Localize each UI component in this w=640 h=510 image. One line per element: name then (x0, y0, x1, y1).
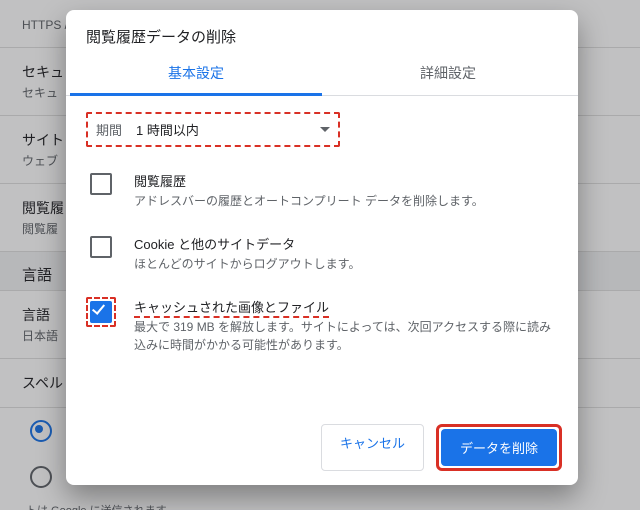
checkbox-cache[interactable] (90, 301, 112, 323)
time-range-label: 期間 (96, 120, 122, 139)
time-range-row: 期間 1 時間以内 (86, 112, 340, 147)
option-cookies-title: Cookie と他のサイトデータ (134, 234, 360, 253)
option-history-desc: アドレスバーの履歴とオートコンプリート データを削除します。 (134, 192, 484, 210)
option-cache: キャッシュされた画像とファイル 最大で 319 MB を解放します。サイトによっ… (86, 297, 558, 354)
tab-advanced[interactable]: 詳細設定 (322, 51, 574, 95)
time-range-select[interactable]: 1 時間以内 (136, 120, 330, 139)
dialog-actions: キャンセル データを削除 (66, 410, 578, 485)
option-history-title: 閲覧履歴 (134, 171, 484, 190)
option-cache-desc: 最大で 319 MB を解放します。サイトによっては、次回アクセスする際に読み込… (134, 318, 558, 354)
option-cookies-desc: ほとんどのサイトからログアウトします。 (134, 255, 360, 273)
cancel-button[interactable]: キャンセル (321, 424, 424, 471)
clear-data-button[interactable]: データを削除 (441, 429, 557, 466)
option-browsing-history: 閲覧履歴 アドレスバーの履歴とオートコンプリート データを削除します。 (86, 171, 558, 210)
time-range-value: 1 時間以内 (136, 120, 199, 139)
option-cache-title: キャッシュされた画像とファイル (134, 300, 329, 318)
dialog-title: 閲覧履歴データの削除 (66, 10, 578, 51)
tab-basic[interactable]: 基本設定 (70, 51, 322, 96)
chevron-down-icon (320, 127, 330, 132)
dialog-tabs: 基本設定 詳細設定 (66, 51, 578, 96)
option-cookies: Cookie と他のサイトデータ ほとんどのサイトからログアウトします。 (86, 234, 558, 273)
clear-data-dialog: 閲覧履歴データの削除 基本設定 詳細設定 期間 1 時間以内 閲覧履歴 アドレス… (66, 10, 578, 485)
checkbox-cookies[interactable] (90, 236, 112, 258)
checkbox-browsing-history[interactable] (90, 173, 112, 195)
